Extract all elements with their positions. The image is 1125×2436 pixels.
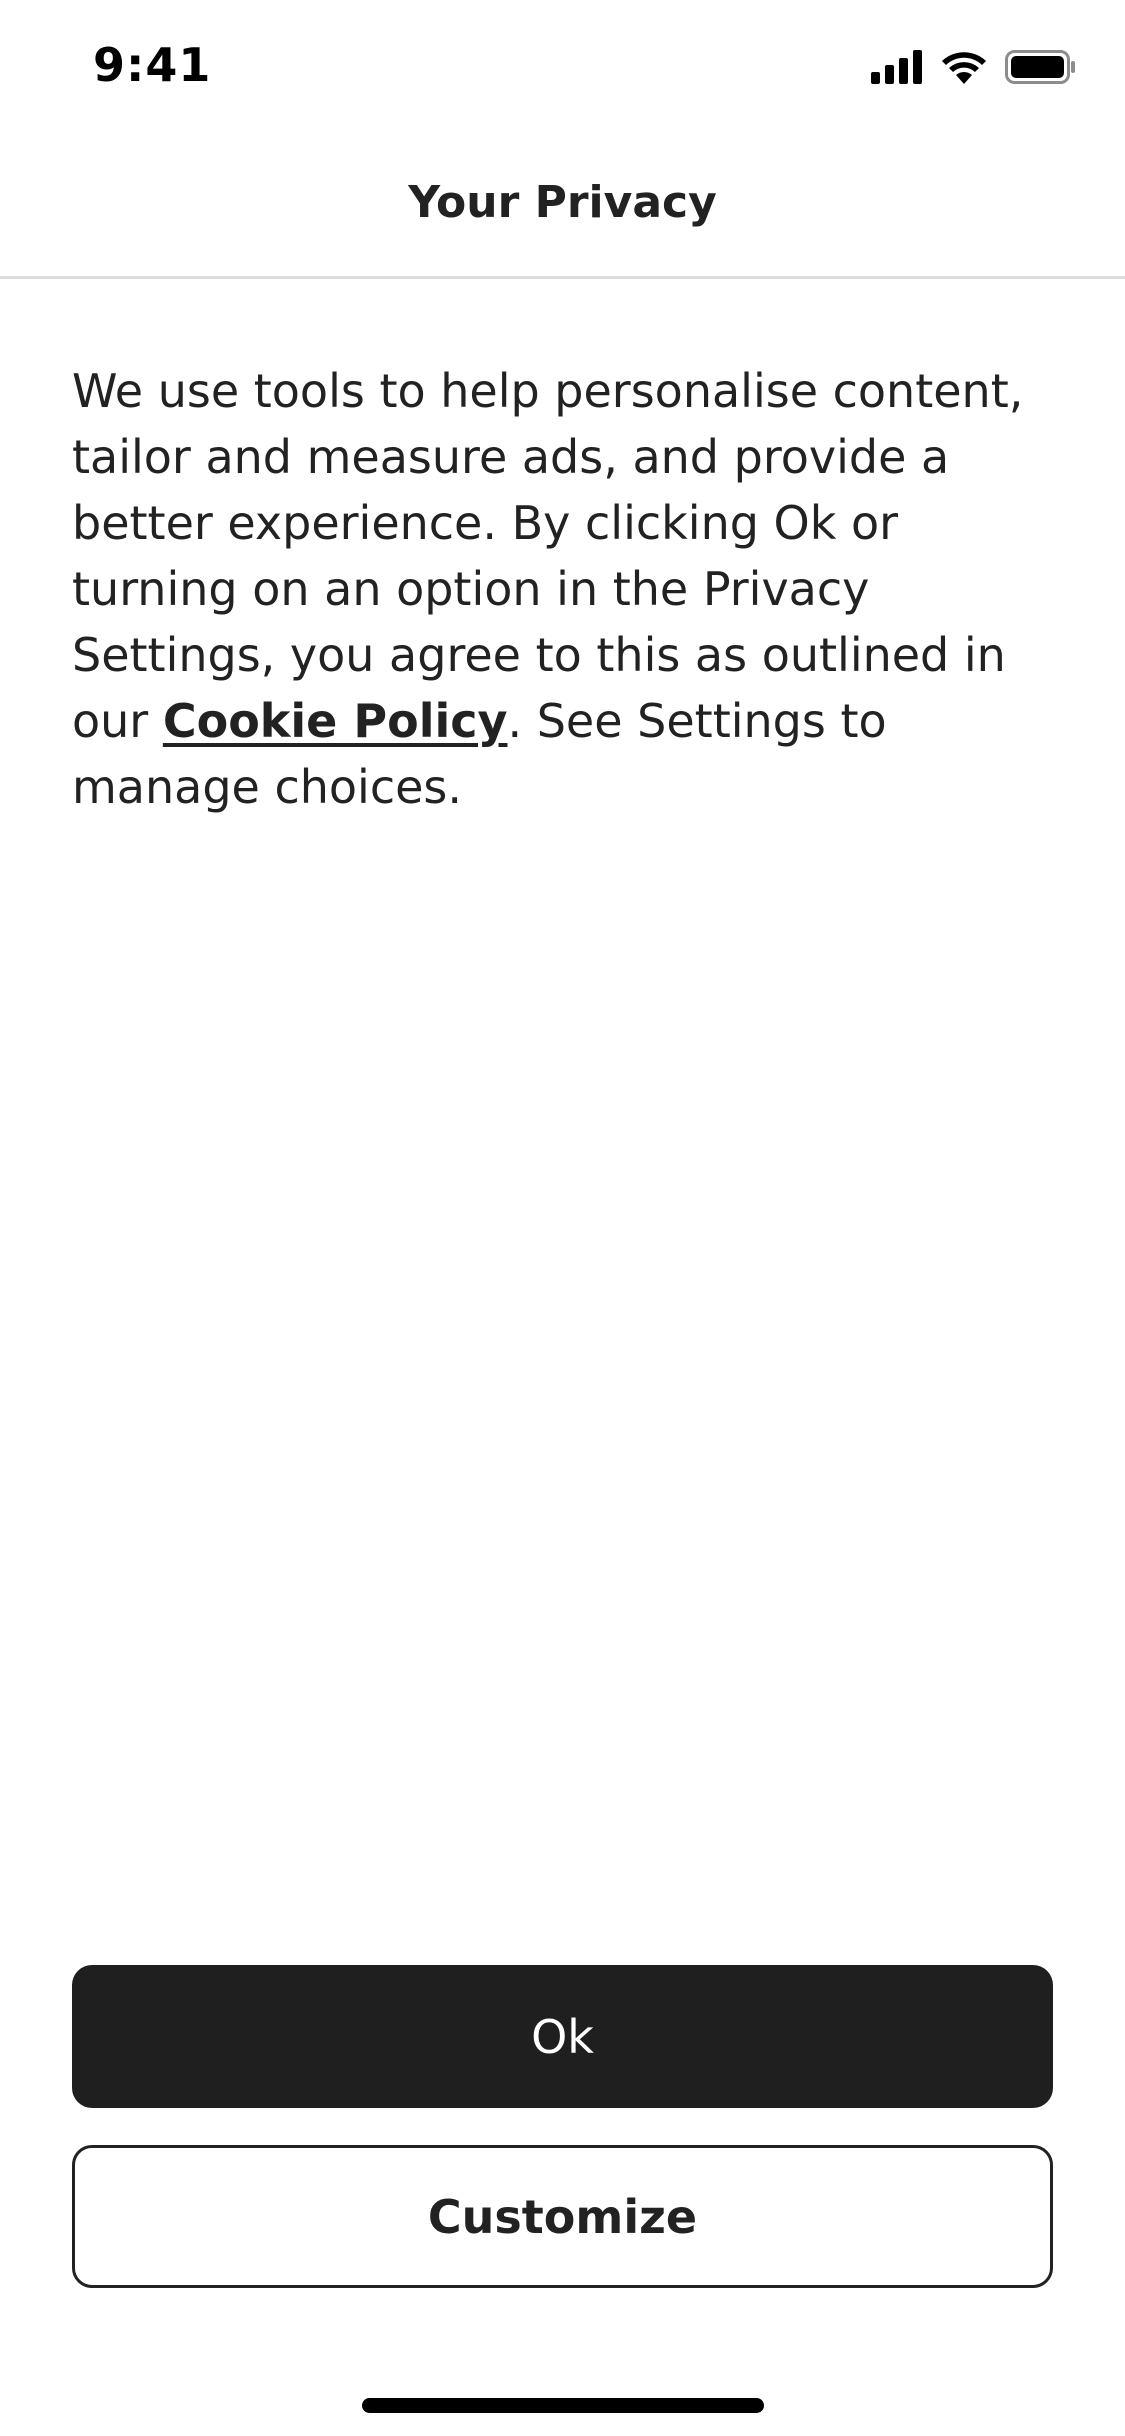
privacy-description: We use tools to help personalise content… [72,358,1062,820]
nav-header: Your Privacy [0,135,1125,279]
status-time: 9:41 [93,38,212,92]
privacy-text-intro: We use tools to help personalise content… [72,364,1024,748]
customize-button[interactable]: Customize [72,2145,1053,2288]
ok-button[interactable]: Ok [72,1965,1053,2108]
page-title: Your Privacy [408,177,717,228]
cellular-signal-icon [871,50,922,84]
status-icons [871,50,1077,84]
cookie-policy-link[interactable]: Cookie Policy [163,694,508,748]
home-indicator [362,2398,764,2413]
battery-icon [1005,50,1075,84]
wifi-icon [942,52,986,84]
status-bar: 9:41 [0,0,1125,135]
